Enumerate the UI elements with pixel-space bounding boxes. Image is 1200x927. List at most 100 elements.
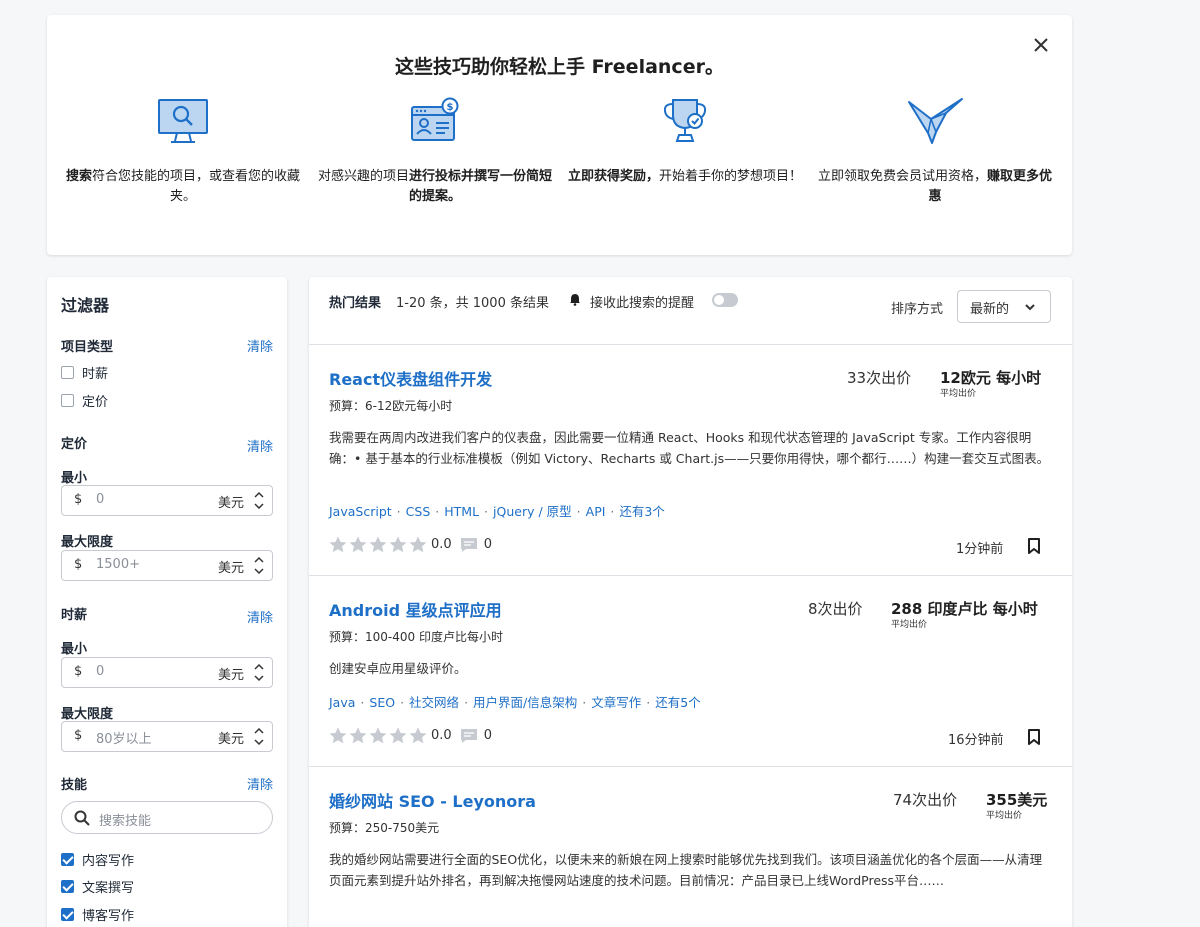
skill-tags: JavaScript · CSS · HTML · jQuery / 原型 · API · 还有3个 — [329, 504, 665, 519]
skill-tag[interactable]: JavaScript — [329, 504, 392, 519]
review-count: 0 — [460, 537, 492, 553]
search-alert-toggle[interactable] — [712, 293, 738, 307]
posted-time: 16分钟前 — [948, 733, 1004, 748]
tips-banner: 这些技巧助你轻松上手 Freelancer。 搜索符合您技能的项目，或查看您的收… — [47, 15, 1072, 255]
star-icon — [409, 536, 427, 553]
fixed-max-label: 最大限度 — [61, 535, 114, 550]
star-icon — [349, 536, 367, 553]
tip-reward: 立即获得奖励，开始着手你的梦想项目！ — [565, 97, 805, 187]
skill-tag[interactable]: API — [586, 504, 606, 519]
filter-title: 过滤器 — [61, 296, 110, 315]
fixed-min-input[interactable]: $ 0 美元 — [61, 485, 273, 516]
sort-dropdown[interactable]: 最新的 — [957, 290, 1051, 323]
fixed-max-input[interactable]: $ 1500+ 美元 — [61, 550, 273, 581]
star-icon — [329, 536, 347, 553]
project-title-link[interactable]: Android 星级点评应用 — [329, 597, 502, 621]
star-icon — [369, 727, 387, 744]
bird-icon — [908, 98, 963, 144]
project-description: 我的婚纱网站需要进行全面的SEO优化，以便未来的新娘在网上搜索时能够优先找到我们… — [329, 852, 1043, 888]
skill-checkbox-content-writing[interactable]: 内容写作 — [61, 850, 134, 869]
filter-sidebar: 过滤器 项目类型 清除 时薪 定价 定价 清除 最小 $ 0 美元 最大限度 $… — [47, 277, 287, 927]
chevron-down-icon — [1025, 304, 1035, 311]
comment-icon — [460, 537, 477, 552]
monitor-search-icon — [158, 99, 208, 143]
skill-tag[interactable]: 社交网络 — [409, 695, 459, 710]
skill-tag[interactable]: CSS — [406, 504, 431, 519]
posted-time: 1分钟前 — [956, 542, 1004, 557]
project-card: 婚纱网站 SEO - Leyonora 74次出价 355美元 平均出价 预算：… — [309, 767, 1072, 927]
star-rating — [329, 727, 427, 744]
bookmark-icon[interactable] — [1027, 538, 1041, 554]
star-icon — [409, 727, 427, 744]
stepper-icon[interactable] — [252, 488, 266, 513]
skill-tag[interactable]: jQuery / 原型 — [493, 504, 572, 519]
avg-price: 288 印度卢比 每小时 — [891, 600, 1038, 618]
checkbox[interactable] — [61, 908, 74, 921]
project-type-clear-link[interactable]: 清除 — [247, 336, 273, 355]
avg-bid-label: 平均出价 — [940, 389, 977, 399]
project-title-link[interactable]: React仪表盘组件开发 — [329, 366, 492, 390]
skill-search-input[interactable]: 搜索技能 — [61, 801, 273, 834]
tip-text: 立即获得奖励，开始着手你的梦想项目！ — [567, 169, 803, 184]
search-icon — [74, 810, 90, 826]
budget: 预算：100-400 印度卢比每小时 — [329, 630, 503, 644]
budget: 预算：250-750美元 — [329, 821, 440, 835]
rating-value: 0.0 — [431, 728, 452, 743]
checkbox[interactable] — [61, 880, 74, 893]
tip-text: 搜索符合您技能的项目，或查看您的收藏夹。 — [65, 169, 301, 204]
star-icon — [329, 727, 347, 744]
star-icon — [389, 536, 407, 553]
stepper-icon[interactable] — [252, 660, 266, 685]
stepper-icon[interactable] — [252, 553, 266, 578]
star-icon — [349, 727, 367, 744]
skill-checkbox-blog-writing[interactable]: 博客写作 — [61, 905, 134, 924]
bell-icon — [570, 294, 580, 306]
fixed-type-checkbox[interactable]: 定价 — [61, 391, 108, 410]
hot-results-label: 热门结果 — [329, 296, 382, 311]
checkbox[interactable] — [61, 853, 74, 866]
search-alert-label: 接收此搜索的提醒 — [590, 296, 695, 311]
bid-count: 8次出价 — [808, 600, 863, 618]
comment-icon — [460, 728, 477, 743]
checkbox[interactable] — [61, 394, 74, 407]
bid-count: 33次出价 — [847, 369, 912, 387]
star-rating — [329, 536, 427, 553]
avg-price: 12欧元 每小时 — [940, 369, 1042, 387]
skill-checkbox-copywriting[interactable]: 文案撰写 — [61, 877, 134, 896]
more-skills-link[interactable]: 还有5个 — [655, 695, 700, 710]
star-icon — [389, 727, 407, 744]
more-skills-link[interactable]: 还有3个 — [619, 504, 664, 519]
fixed-min-label: 最小 — [61, 471, 88, 486]
skills-label: 技能 — [61, 778, 88, 793]
rating-value: 0.0 — [431, 537, 452, 552]
skill-tag[interactable]: 文章写作 — [591, 695, 641, 710]
tip-proposal: $ 对感兴趣的项目进行投标并撰写一份简短的提案。 — [315, 97, 555, 207]
skill-tag[interactable]: HTML — [444, 504, 479, 519]
tip-membership: 立即领取免费会员试用资格，赚取更多优惠 — [815, 97, 1055, 207]
hourly-min-input[interactable]: $ 0 美元 — [61, 657, 273, 688]
close-icon[interactable] — [1031, 35, 1051, 55]
stepper-icon[interactable] — [252, 724, 266, 749]
sort-label: 排序方式 — [891, 302, 944, 317]
hourly-max-input[interactable]: $ 80岁以上 美元 — [61, 721, 273, 752]
hourly-type-checkbox[interactable]: 时薪 — [61, 363, 108, 382]
results-header: 热门结果 1-20 条，共 1000 条结果 接收此搜索的提醒 排序方式 最新的 — [309, 277, 1072, 345]
skill-tag[interactable]: SEO — [369, 695, 395, 710]
bid-count: 74次出价 — [893, 791, 958, 809]
skill-tag[interactable]: Java — [329, 695, 355, 710]
bookmark-icon[interactable] — [1027, 729, 1041, 745]
budget: 预算：6-12欧元每小时 — [329, 399, 453, 413]
avg-bid-label: 平均出价 — [891, 620, 928, 630]
checkbox[interactable] — [61, 366, 74, 379]
project-type-label: 项目类型 — [61, 340, 114, 355]
fixed-price-clear-link[interactable]: 清除 — [247, 436, 273, 455]
project-description: 创建安卓应用星级评价。 — [329, 661, 467, 676]
hourly-max-label: 最大限度 — [61, 707, 114, 722]
project-title-link[interactable]: 婚纱网站 SEO - Leyonora — [329, 788, 536, 812]
hourly-rate-clear-link[interactable]: 清除 — [247, 607, 273, 626]
avg-price: 355美元 — [986, 791, 1048, 809]
skill-tag[interactable]: 用户界面/信息架构 — [473, 695, 577, 710]
avg-bid-label: 平均出价 — [986, 811, 1023, 821]
skills-clear-link[interactable]: 清除 — [247, 774, 273, 793]
rating-row: 0.0 0 — [329, 727, 492, 744]
